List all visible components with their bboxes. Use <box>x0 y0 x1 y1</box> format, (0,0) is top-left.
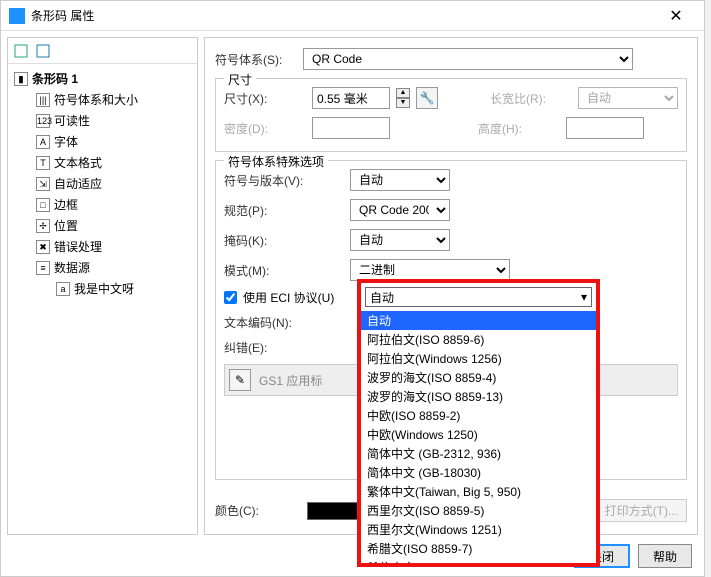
barcode-icon: ▮ <box>14 72 28 86</box>
window-title: 条形码 属性 <box>31 7 656 24</box>
sidebar-toolbar <box>8 38 197 64</box>
encoding-option[interactable]: 简体中文 (GB-2312, 936) <box>361 444 596 463</box>
tree-item-readability[interactable]: 123可读性 <box>8 110 197 131</box>
border-icon: □ <box>36 198 50 212</box>
toolbar-icon-1[interactable] <box>12 42 30 60</box>
font-icon: A <box>36 135 50 149</box>
titlebar: 条形码 属性 ✕ <box>1 1 704 31</box>
tree-subitem[interactable]: a我是中文呀 <box>8 278 197 299</box>
encoding-option[interactable]: 阿拉伯文(ISO 8859-6) <box>361 330 596 349</box>
help-button[interactable]: 帮助 <box>638 544 692 568</box>
encoding-option[interactable]: 中欧(Windows 1250) <box>361 425 596 444</box>
encoding-option[interactable]: 波罗的海文(ISO 8859-4) <box>361 368 596 387</box>
encoding-option[interactable]: 自动 <box>361 311 596 330</box>
error-icon: ✖ <box>36 240 50 254</box>
correction-label: 纠错(E): <box>224 339 344 356</box>
tree-item-datasource[interactable]: ≡数据源 <box>8 257 197 278</box>
tree-root-label: 条形码 1 <box>32 70 78 87</box>
gs1-label: GS1 应用标 <box>259 372 322 389</box>
encoding-label: 文本编码(N): <box>224 314 344 331</box>
sidebar: ▮ 条形码 1 |||符号体系和大小 123可读性 A字体 T文本格式 ⇲自动适… <box>7 37 198 535</box>
chevron-down-icon: ▾ <box>581 290 587 304</box>
eci-checkbox[interactable] <box>224 291 237 304</box>
version-label: 符号与版本(V): <box>224 172 344 189</box>
sizex-spinner[interactable]: ▲▼ <box>396 88 410 108</box>
encoding-option[interactable]: 阿拉伯文(Windows 1256) <box>361 349 596 368</box>
data-icon: a <box>56 282 70 296</box>
encoding-option[interactable]: 繁体中文(Taiwan, Big 5, 950) <box>361 482 596 501</box>
toolbar-icon-2[interactable] <box>34 42 52 60</box>
symbol-select[interactable]: QR Code <box>303 48 633 70</box>
encoding-option[interactable]: 波罗的海文(ISO 8859-13) <box>361 387 596 406</box>
eci-label: 使用 ECI 协议(U) <box>243 289 334 306</box>
position-icon: ✢ <box>36 219 50 233</box>
encoding-option[interactable]: 希伯来文(ISO 8859-8) <box>361 558 596 563</box>
height-label: 高度(H): <box>478 120 560 137</box>
sizex-tool-icon[interactable]: 🔧 <box>416 87 438 109</box>
size-group-title: 尺寸 <box>224 71 256 88</box>
symbology-icon: ||| <box>36 93 50 107</box>
spec-select[interactable]: QR Code 2005 <box>350 199 450 221</box>
datasource-icon: ≡ <box>36 261 50 275</box>
print-method-button[interactable]: 打印方式(T)... <box>596 499 687 522</box>
textformat-icon: T <box>36 156 50 170</box>
encoding-option[interactable]: 希腊文(ISO 8859-7) <box>361 539 596 558</box>
version-select[interactable]: 自动 <box>350 169 450 191</box>
ratio-label: 长宽比(R): <box>490 90 572 107</box>
mask-select[interactable]: 自动 <box>350 229 450 251</box>
property-tree: ▮ 条形码 1 |||符号体系和大小 123可读性 A字体 T文本格式 ⇲自动适… <box>8 64 197 303</box>
dialog-window: 条形码 属性 ✕ ▮ 条形码 1 |||符号体系和大小 123可读性 A字体 T… <box>0 0 705 577</box>
tree-item-position[interactable]: ✢位置 <box>8 215 197 236</box>
tree-root[interactable]: ▮ 条形码 1 <box>8 68 197 89</box>
mode-label: 模式(M): <box>224 262 344 279</box>
encoding-option[interactable]: 西里尔文(Windows 1251) <box>361 520 596 539</box>
density-label: 密度(D): <box>224 120 306 137</box>
sizex-label: 尺寸(X): <box>224 90 306 107</box>
encoding-dropdown-selected[interactable]: 自动 ▾ <box>365 287 592 307</box>
encoding-dropdown: 自动 ▾ 自动阿拉伯文(ISO 8859-6)阿拉伯文(Windows 1256… <box>357 279 600 567</box>
special-group-title: 符号体系特殊选项 <box>224 153 328 170</box>
height-input <box>566 117 644 139</box>
encoding-option[interactable]: 西里尔文(ISO 8859-5) <box>361 501 596 520</box>
readability-icon: 123 <box>36 114 50 128</box>
tree-item-border[interactable]: □边框 <box>8 194 197 215</box>
mask-label: 掩码(K): <box>224 232 344 249</box>
density-input <box>312 117 390 139</box>
color-label: 颜色(C): <box>215 502 297 519</box>
mode-select[interactable]: 二进制 <box>350 259 510 281</box>
encoding-dropdown-list[interactable]: 自动阿拉伯文(ISO 8859-6)阿拉伯文(Windows 1256)波罗的海… <box>361 311 596 563</box>
spec-label: 规范(P): <box>224 202 344 219</box>
tree-item-symbology[interactable]: |||符号体系和大小 <box>8 89 197 110</box>
autofit-icon: ⇲ <box>36 177 50 191</box>
encoding-option[interactable]: 中欧(ISO 8859-2) <box>361 406 596 425</box>
symbol-label: 符号体系(S): <box>215 51 297 68</box>
encoding-option[interactable]: 简体中文 (GB-18030) <box>361 463 596 482</box>
size-group: 尺寸 尺寸(X): ▲▼ 🔧 长宽比(R): 自动 密度(D): 高度(H): <box>215 78 687 152</box>
tree-item-autofit[interactable]: ⇲自动适应 <box>8 173 197 194</box>
sizex-input[interactable] <box>312 87 390 109</box>
ratio-select: 自动 <box>578 87 678 109</box>
tree-item-textformat[interactable]: T文本格式 <box>8 152 197 173</box>
close-icon[interactable]: ✕ <box>656 6 696 26</box>
tree-item-font[interactable]: A字体 <box>8 131 197 152</box>
tree-item-error[interactable]: ✖错误处理 <box>8 236 197 257</box>
app-icon <box>9 8 25 24</box>
gs1-wand-icon[interactable]: ✎ <box>229 369 251 391</box>
